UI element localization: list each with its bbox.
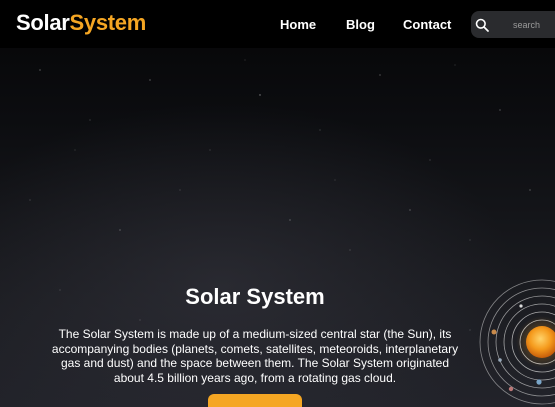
hero-description: The Solar System is made up of a medium-… bbox=[51, 327, 459, 385]
nav-link-blog[interactable]: Blog bbox=[346, 17, 375, 32]
site-header: SolarSystem Home Blog Contact bbox=[0, 0, 555, 48]
nav-link-home[interactable]: Home bbox=[280, 17, 316, 32]
nav-link-contact[interactable]: Contact bbox=[403, 17, 451, 32]
hero-cta-button[interactable] bbox=[208, 394, 302, 407]
logo[interactable]: SolarSystem bbox=[16, 10, 146, 36]
solar-system-icon bbox=[479, 279, 555, 405]
search-box bbox=[471, 11, 555, 38]
page: SolarSystem Home Blog Contact Solar Syst… bbox=[0, 0, 555, 407]
logo-text-system: System bbox=[69, 10, 147, 35]
logo-text-solar: Solar bbox=[16, 10, 70, 35]
search-input[interactable] bbox=[489, 19, 555, 30]
hero-title: Solar System bbox=[185, 284, 325, 309]
search-icon[interactable] bbox=[475, 14, 489, 36]
